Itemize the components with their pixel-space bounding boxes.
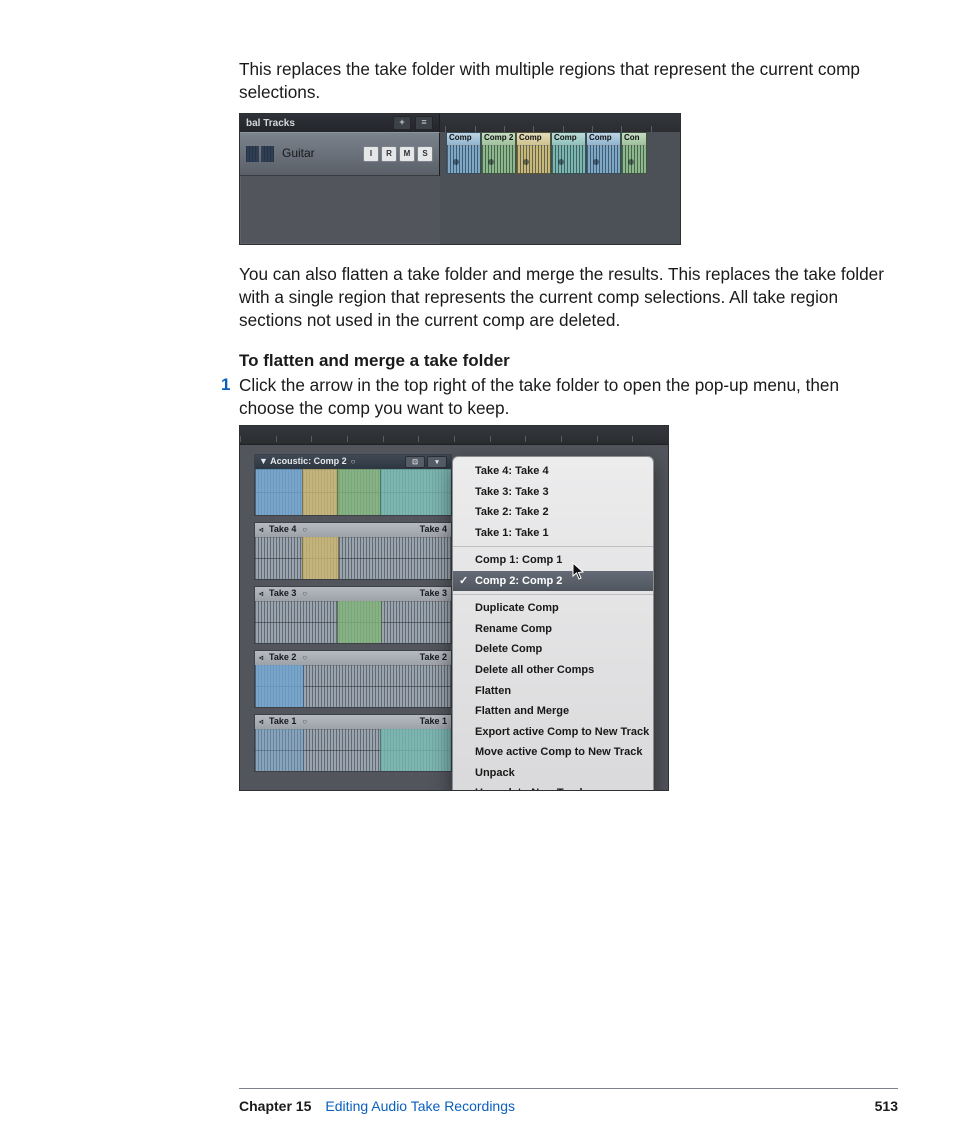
- track-list-header: bal Tracks + ≡: [240, 114, 440, 132]
- track-mute-button: M: [399, 146, 415, 162]
- menu-item[interactable]: Flatten: [453, 681, 653, 702]
- take-label: Take 4: [269, 524, 296, 536]
- footer-title: Editing Audio Take Recordings: [325, 1097, 515, 1115]
- take-folder-title: ▼ Acoustic: Comp 2: [259, 456, 347, 468]
- take-label: Take 3: [269, 588, 296, 600]
- take-lane: ◃Take 4○Take 4: [254, 522, 452, 580]
- menu-item[interactable]: Flatten and Merge: [453, 701, 653, 722]
- menu-item[interactable]: Duplicate Comp: [453, 598, 653, 619]
- page-footer: Chapter 15 Editing Audio Take Recordings…: [239, 1088, 898, 1115]
- body-paragraph: This replaces the take folder with multi…: [239, 58, 898, 103]
- take-label: Take 2: [269, 652, 296, 664]
- menu-item[interactable]: Comp 1: Comp 1: [453, 550, 653, 571]
- track-menu-icon: ≡: [415, 116, 433, 130]
- menu-item[interactable]: Move active Comp to New Track: [453, 742, 653, 763]
- footer-page-number: 513: [875, 1097, 898, 1115]
- menu-item[interactable]: Take 1: Take 1: [453, 523, 653, 544]
- menu-item[interactable]: Delete Comp: [453, 639, 653, 660]
- take-folder-arrow-icon: ▾: [427, 456, 447, 468]
- take-label-right: Take 4: [420, 524, 447, 536]
- track-list-header-label: bal Tracks: [246, 117, 295, 130]
- track-input-button: I: [363, 146, 379, 162]
- track-record-button: R: [381, 146, 397, 162]
- menu-item[interactable]: Delete all other Comps: [453, 660, 653, 681]
- track-waveform-icon: [246, 146, 274, 162]
- take-folder-button-icon: ⊡: [405, 456, 425, 468]
- track-header: Guitar I R M S: [240, 132, 440, 176]
- take-lane: ◃Take 2○Take 2: [254, 650, 452, 708]
- check-icon: ✓: [459, 574, 468, 589]
- take-label: Take 1: [269, 716, 296, 728]
- take-label-right: Take 2: [420, 652, 447, 664]
- track-name: Guitar: [282, 146, 315, 162]
- menu-item-label: Comp 2: Comp 2: [475, 575, 562, 587]
- procedure-heading: To flatten and merge a take folder: [239, 350, 898, 372]
- add-track-icon: +: [393, 116, 411, 130]
- track-solo-button: S: [417, 146, 433, 162]
- figure-track-regions: bal Tracks + ≡ Guitar I R M S Comp Comp …: [239, 113, 681, 245]
- figure-take-folder-menu: ▼ Acoustic: Comp 2 ○ ⊡ ▾: [239, 425, 669, 791]
- step-number: 1: [221, 374, 239, 396]
- menu-item[interactable]: Export active Comp to New Track: [453, 722, 653, 743]
- take-lane: ◃Take 3○Take 3: [254, 586, 452, 644]
- take-label-right: Take 3: [420, 588, 447, 600]
- menu-item-selected[interactable]: ✓ Comp 2: Comp 2: [453, 571, 653, 592]
- take-label-right: Take 1: [420, 716, 447, 728]
- menu-item[interactable]: Take 4: Take 4: [453, 461, 653, 482]
- step-text: Click the arrow in the top right of the …: [239, 374, 898, 419]
- menu-item[interactable]: Unpack to New Tracks: [453, 783, 653, 791]
- footer-chapter: Chapter 15: [239, 1097, 311, 1115]
- menu-item[interactable]: Rename Comp: [453, 619, 653, 640]
- menu-item[interactable]: Unpack: [453, 763, 653, 784]
- body-paragraph: You can also flatten a take folder and m…: [239, 263, 898, 331]
- comp-regions: Comp Comp 2 Comp Comp Comp Con: [446, 132, 647, 176]
- procedure-step: 1 Click the arrow in the top right of th…: [239, 374, 898, 419]
- take-folder-popup-menu: Take 4: Take 4 Take 3: Take 3 Take 2: Ta…: [452, 456, 654, 791]
- menu-item[interactable]: Take 2: Take 2: [453, 502, 653, 523]
- menu-item[interactable]: Take 3: Take 3: [453, 482, 653, 503]
- take-folder-main: ▼ Acoustic: Comp 2 ○ ⊡ ▾: [254, 454, 452, 516]
- take-lane: ◃Take 1○Take 1: [254, 714, 452, 772]
